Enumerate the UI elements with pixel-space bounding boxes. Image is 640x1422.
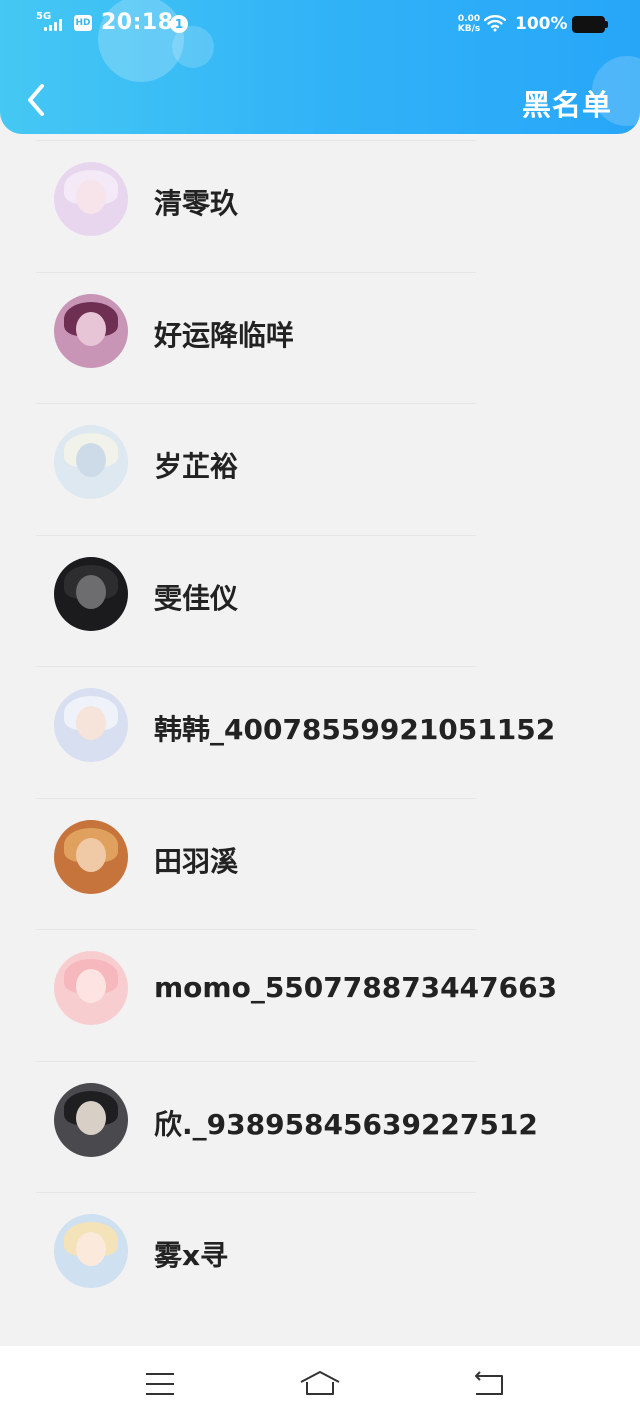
avatar[interactable] (54, 425, 128, 499)
list-item[interactable]: momo_550778873447663 (0, 929, 640, 1061)
signal-icon (44, 19, 66, 31)
clock: 20:18 (101, 10, 174, 35)
avatar-face (76, 969, 106, 1003)
avatar-face (76, 574, 106, 609)
avatar[interactable] (54, 688, 128, 762)
avatar-face (76, 837, 106, 872)
user-name: 清零玖 (154, 187, 239, 220)
user-name: 韩韩_4007855992105115​2 (154, 713, 556, 746)
status-bar: 5G HD 20:18 1 0.00 KB/s 100% (0, 0, 640, 50)
divider (36, 403, 476, 404)
list-item[interactable]: 岁芷裕 (0, 403, 640, 535)
avatar-face (76, 706, 106, 740)
hd-icon: HD (74, 15, 92, 31)
battery-icon (572, 16, 608, 33)
avatar-face (76, 1100, 106, 1135)
avatar[interactable] (54, 556, 128, 631)
avatar[interactable] (54, 951, 128, 1025)
back-icon[interactable] (466, 1368, 510, 1400)
user-name: 雯佳仪 (154, 581, 239, 615)
divider (36, 666, 476, 667)
list-item[interactable]: 雯佳仪 (0, 534, 640, 667)
speed-value: 0.00 (457, 14, 481, 24)
user-name: momo_550778873447663 (154, 971, 558, 1004)
divider (36, 797, 476, 799)
avatar-face (76, 443, 106, 477)
wifi-icon (484, 15, 506, 32)
divider (36, 271, 476, 273)
list-item[interactable]: 雾x寻 (0, 1192, 640, 1324)
user-name: 欣._93895845639227512 (154, 1107, 538, 1141)
notification-badge: 1 (170, 15, 188, 33)
avatar[interactable] (54, 1214, 128, 1288)
battery-percent: 100% (515, 14, 568, 34)
user-name: 田羽溪 (154, 844, 239, 878)
system-navbar (0, 1346, 640, 1422)
avatar[interactable] (54, 1082, 128, 1157)
page-title: 黑名单 (521, 88, 612, 122)
avatar-face (76, 311, 106, 346)
list-item[interactable]: 好运降临咩 (0, 271, 640, 404)
home-icon[interactable] (298, 1368, 342, 1400)
divider (36, 534, 476, 536)
avatar[interactable] (54, 162, 128, 236)
back-button[interactable] (20, 80, 54, 120)
user-name: 雾x寻 (154, 1239, 229, 1272)
avatar[interactable] (54, 293, 128, 368)
user-name: 好运降临咩 (154, 318, 295, 352)
list-item[interactable]: 欣._93895845639227512 (0, 1060, 640, 1193)
divider (36, 1060, 476, 1062)
divider (36, 140, 476, 141)
speed-unit: KB/s (457, 24, 481, 34)
network-speed: 0.00 KB/s (454, 14, 484, 34)
divider (36, 929, 476, 930)
avatar-face (76, 180, 106, 214)
header-bar: 5G HD 20:18 1 0.00 KB/s 100% 黑名单 (0, 0, 640, 134)
list-item[interactable]: 田羽溪 (0, 797, 640, 930)
blacklist: 清零玖好运降临咩岁芷裕雯佳仪韩韩_4007855992105115​2 田羽溪 mo… (0, 140, 640, 1324)
list-item[interactable]: 韩韩_4007855992105115​2 (0, 666, 640, 798)
menu-icon[interactable] (138, 1368, 182, 1400)
divider (36, 1192, 476, 1193)
avatar[interactable] (54, 819, 128, 894)
list-item[interactable]: 清零玖 (0, 140, 640, 272)
user-name: 岁芷裕 (154, 450, 239, 483)
avatar-face (76, 1232, 106, 1266)
